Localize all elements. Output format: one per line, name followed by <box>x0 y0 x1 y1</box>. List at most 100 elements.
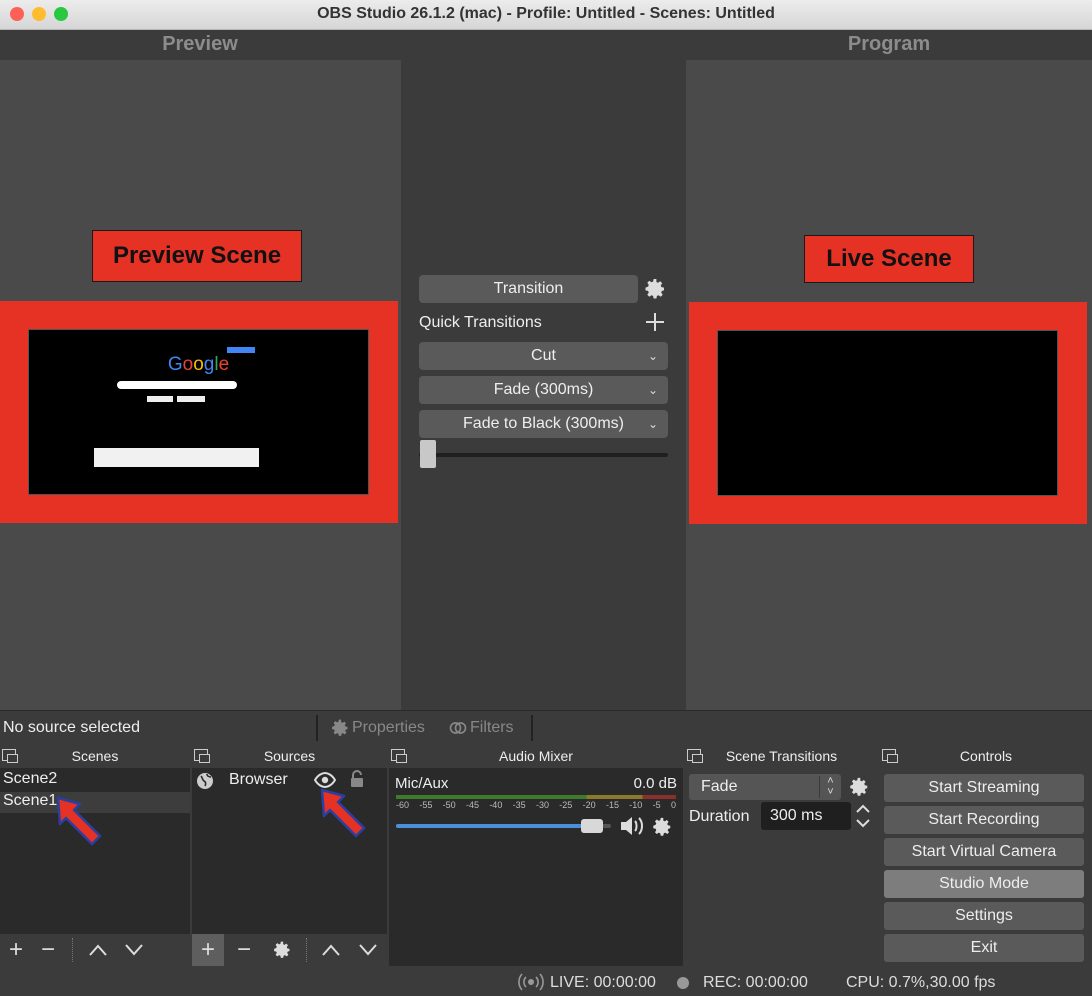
quick-transition-fade-to-black[interactable]: Fade to Black (300ms) ⌄ <box>419 410 668 438</box>
meter-tick: -10 <box>629 800 643 810</box>
scene-transitions-dock: Scene Transitions Fade ˄ ˅ Duration 300 m… <box>685 744 878 966</box>
undock-icon[interactable] <box>194 749 210 763</box>
remove-scene-minus-icon[interactable]: − <box>32 934 64 966</box>
scene-item-scene1: Scene1 <box>3 792 58 809</box>
scene-transitions-dock-header: Scene Transitions <box>685 744 878 768</box>
audio-mixer-dock: Audio Mixer Mic/Aux 0.0 dB -60 -55 -50 -… <box>389 744 683 966</box>
transition-slider-handle[interactable] <box>420 440 436 468</box>
meter-tick: -35 <box>512 800 526 810</box>
divider <box>72 938 73 962</box>
scene-item-scene2[interactable]: Scene2 <box>3 770 57 788</box>
google-search-box <box>117 381 237 389</box>
transition-select-value: Fade <box>701 778 738 795</box>
filters-label: Filters <box>470 719 514 736</box>
program-pane[interactable]: Live Scene <box>686 60 1092 710</box>
add-scene-plus-icon[interactable]: + <box>0 934 32 966</box>
gear-icon <box>330 718 350 738</box>
transition-select[interactable]: Fade ˄ ˅ <box>689 774 841 800</box>
volume-slider-track[interactable] <box>396 819 611 833</box>
remove-source-minus-icon[interactable]: − <box>228 934 260 966</box>
volume-meter <box>396 795 676 799</box>
undock-icon[interactable] <box>882 749 898 763</box>
filters-button[interactable]: Filters <box>448 718 514 738</box>
duration-value: 300 ms <box>770 807 823 824</box>
globe-icon <box>196 772 214 795</box>
scene-list[interactable]: Scene2 Scene1 <box>0 768 190 934</box>
meter-tick: -30 <box>535 800 549 810</box>
feeling-lucky-button <box>177 396 205 402</box>
meter-tick: -5 <box>652 800 661 810</box>
filters-icon <box>448 718 468 738</box>
add-quick-transition-plus-icon[interactable] <box>643 310 667 334</box>
undock-icon[interactable] <box>391 749 407 763</box>
exit-button[interactable]: Exit <box>884 934 1084 962</box>
start-virtual-camera-button[interactable]: Start Virtual Camera <box>884 838 1084 866</box>
preview-scene-tag: Preview Scene <box>92 230 302 282</box>
sources-dock: Sources Browser + − <box>192 744 387 966</box>
preview-red-frame: Google <box>0 301 398 523</box>
add-source-plus-icon[interactable]: + <box>192 934 224 966</box>
settings-button[interactable]: Settings <box>884 902 1084 930</box>
rec-timer: REC: 00:00:00 <box>703 974 808 991</box>
controls-title: Controls <box>959 748 1013 764</box>
program-screen[interactable] <box>717 330 1058 496</box>
sources-dock-header: Sources <box>192 744 387 768</box>
transition-slider-track[interactable] <box>419 453 668 457</box>
quick-transition-label: Cut <box>531 347 556 364</box>
window-title: OBS Studio 26.1.2 (mac) - Profile: Untit… <box>317 5 775 22</box>
source-properties-gear-icon[interactable] <box>266 934 298 966</box>
move-source-up-icon[interactable] <box>315 934 347 966</box>
source-toolbar: No source selected Properties Filters <box>0 710 1092 744</box>
controls-dock: Controls Start Streaming Start Recording… <box>880 744 1092 966</box>
quick-transitions-label: Quick Transitions <box>419 314 542 331</box>
speaker-icon[interactable] <box>619 814 647 843</box>
divider <box>316 715 318 741</box>
move-scene-down-icon[interactable] <box>118 934 150 966</box>
google-search-button <box>147 396 173 402</box>
undock-icon[interactable] <box>2 749 18 763</box>
scene-transitions-title: Scene Transitions <box>725 748 838 764</box>
scenes-title: Scenes <box>71 748 119 764</box>
transition-button[interactable]: Transition <box>419 275 638 303</box>
cpu-usage: CPU: 0.7%,30.00 fps <box>846 974 996 991</box>
source-name: Browser <box>229 771 288 788</box>
undock-icon[interactable] <box>687 749 703 763</box>
quick-transition-fade[interactable]: Fade (300ms) ⌄ <box>419 376 668 404</box>
record-dot-icon <box>677 977 689 989</box>
start-streaming-button[interactable]: Start Streaming <box>884 774 1084 802</box>
channel-level: 0.0 dB <box>633 775 677 792</box>
move-source-down-icon[interactable] <box>352 934 384 966</box>
channel-name: Mic/Aux <box>395 775 449 792</box>
chevron-down-icon: ⌄ <box>647 349 658 363</box>
start-recording-button[interactable]: Start Recording <box>884 806 1084 834</box>
title-bar: OBS Studio 26.1.2 (mac) - Profile: Untit… <box>0 0 1092 30</box>
volume-slider-handle[interactable] <box>581 819 603 833</box>
program-label: Program <box>847 33 931 55</box>
preview-pane[interactable]: Preview Scene Google <box>0 60 401 710</box>
studio-mode-area: Preview Program Preview Scene Google Tra… <box>0 30 1092 710</box>
properties-button[interactable]: Properties <box>330 718 425 738</box>
audio-mixer-title: Audio Mixer <box>499 748 573 764</box>
live-timer: LIVE: 00:00:00 <box>550 974 656 991</box>
scenes-dock: Scenes Scene2 Scene1 + − <box>0 744 190 966</box>
google-logo: Google <box>167 354 230 375</box>
duration-input[interactable]: 300 ms <box>761 802 851 830</box>
scenes-dock-header: Scenes <box>0 744 190 768</box>
quick-transition-label: Fade (300ms) <box>493 381 594 398</box>
preview-screen[interactable]: Google <box>28 329 369 495</box>
transition-properties-gear-icon[interactable] <box>848 776 870 803</box>
live-broadcast-icon <box>518 973 544 996</box>
duration-stepper[interactable] <box>853 802 873 830</box>
meter-tick: -25 <box>559 800 573 810</box>
meter-tick: -45 <box>465 800 479 810</box>
audio-settings-gear-icon[interactable] <box>651 816 673 843</box>
divider <box>531 715 533 741</box>
transition-settings-gear-icon[interactable] <box>643 277 667 301</box>
google-footer <box>94 448 259 467</box>
status-bar: LIVE: 00:00:00 REC: 00:00:00 CPU: 0.7%,3… <box>0 966 1092 996</box>
divider <box>306 938 307 962</box>
quick-transition-cut[interactable]: Cut ⌄ <box>419 342 668 370</box>
move-scene-up-icon[interactable] <box>82 934 114 966</box>
studio-mode-button[interactable]: Studio Mode <box>884 870 1084 898</box>
meter-tick: -40 <box>489 800 503 810</box>
